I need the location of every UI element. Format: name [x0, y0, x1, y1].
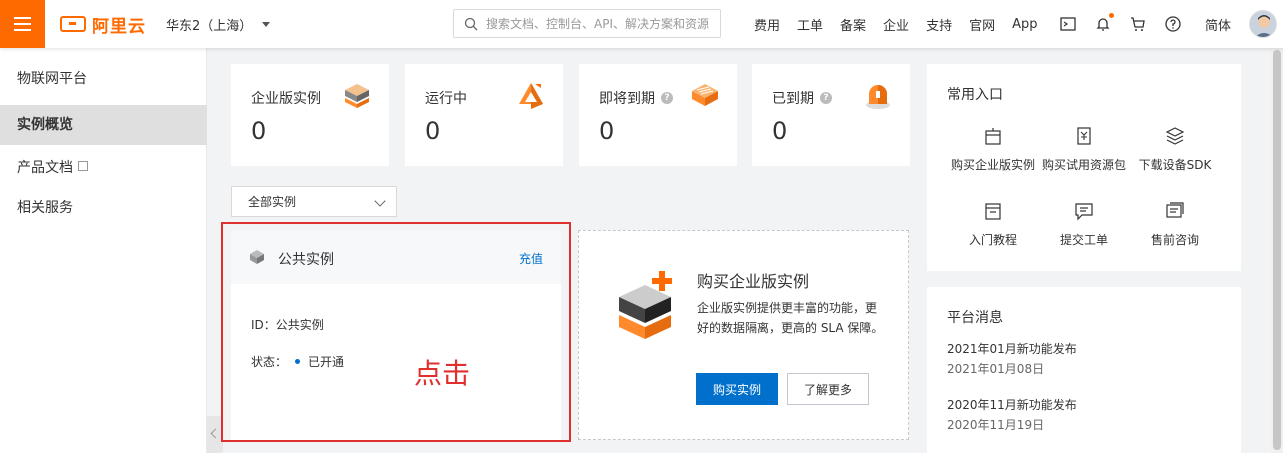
- stat-card-running: 运行中 0: [405, 64, 563, 166]
- external-link-icon: [78, 161, 88, 171]
- nav-support[interactable]: 支持: [926, 15, 952, 34]
- help-icon[interactable]: [1165, 16, 1181, 32]
- platform-news-panel: 平台消息 2021年01月新功能发布 2021年01月08日 2020年11月新…: [927, 287, 1241, 453]
- top-nav: 费用 工单 备案 企业 支持 官网 App: [754, 0, 1055, 48]
- stat-label: 已到期?: [772, 88, 832, 108]
- filter-selected-value: 全部实例: [248, 195, 297, 209]
- sidebar: 物联网平台 实例概览 产品文档 相关服务: [0, 48, 207, 453]
- quick-entry-label: 购买企业版实例: [950, 158, 1035, 172]
- stat-label: 运行中: [425, 91, 467, 107]
- scrollbar-thumb[interactable]: [1273, 50, 1281, 450]
- search-box[interactable]: [453, 9, 721, 38]
- caret-down-icon: [262, 22, 271, 27]
- quick-entry-label: 入门教程: [968, 233, 1017, 247]
- quick-entry-buy-instance[interactable]: 购买企业版实例: [943, 126, 1043, 173]
- expired-icon: [866, 85, 890, 109]
- stat-card-enterprise: 企业版实例 0: [231, 64, 389, 166]
- quick-entry-label: 下载设备SDK: [1138, 158, 1212, 172]
- sidebar-item-instance-overview[interactable]: 实例概览: [0, 105, 207, 145]
- top-icons: [1060, 0, 1200, 48]
- nav-tickets[interactable]: 工单: [797, 15, 823, 34]
- sidebar-item-related-services[interactable]: 相关服务: [0, 188, 207, 228]
- platform-news-title: 平台消息: [947, 310, 1003, 326]
- quick-entry-download-sdk[interactable]: 下载设备SDK: [1125, 126, 1225, 173]
- news-title: 2020年11月新功能发布: [947, 398, 1077, 412]
- expiring-icon: [692, 84, 718, 106]
- stat-value: 0: [599, 117, 615, 145]
- quick-entry-presales-consult[interactable]: 售前咨询: [1125, 201, 1225, 248]
- region-selector[interactable]: 华东2（上海）: [166, 15, 271, 34]
- stat-card-expiring: 即将到期? 0: [579, 64, 737, 166]
- search-input[interactable]: [486, 16, 716, 31]
- help-icon[interactable]: ?: [820, 92, 832, 104]
- aliyun-logo-mark-icon: [60, 16, 86, 32]
- stat-value: 0: [251, 117, 267, 145]
- notification-button[interactable]: [1095, 13, 1114, 32]
- chevron-down-icon: [374, 195, 386, 207]
- sidebar-title: 物联网平台: [17, 71, 87, 87]
- nav-billing[interactable]: 费用: [754, 15, 780, 34]
- stat-label: 即将到期?: [599, 88, 673, 108]
- tutorial-icon: [985, 203, 1001, 220]
- search-icon: [464, 17, 478, 30]
- annotation-click-label: 点击: [414, 357, 471, 390]
- terminal-icon[interactable]: [1060, 16, 1076, 32]
- sidebar-item-label: 相关服务: [17, 200, 73, 216]
- logo-text: 阿里云: [92, 16, 146, 37]
- download-sdk-icon: [1165, 127, 1185, 145]
- bell-icon: [1096, 18, 1110, 31]
- news-date: 2020年11月19日: [947, 418, 1045, 432]
- nav-enterprise[interactable]: 企业: [883, 15, 909, 34]
- annotation-highlight-box: [221, 222, 571, 442]
- quick-entry-submit-ticket[interactable]: 提交工单: [1034, 201, 1134, 248]
- ticket-icon: [1075, 203, 1093, 221]
- buy-card-description: 企业版实例提供更丰富的功能，更好的数据隔离，更高的 SLA 保障。: [697, 301, 884, 335]
- stat-value: 0: [772, 117, 788, 145]
- menu-icon[interactable]: [0, 0, 45, 48]
- buy-card-title: 购买企业版实例: [697, 272, 810, 291]
- quick-entry-label: 售前咨询: [1150, 233, 1199, 247]
- sidebar-item-label: 产品文档: [17, 160, 73, 176]
- buy-instance-button[interactable]: 购买实例: [696, 373, 778, 405]
- news-title: 2021年01月新功能发布: [947, 342, 1077, 356]
- user-avatar[interactable]: [1249, 10, 1277, 38]
- sidebar-item-product-docs[interactable]: 产品文档: [0, 148, 207, 188]
- news-date: 2021年01月08日: [947, 362, 1045, 376]
- nav-app[interactable]: App: [1012, 17, 1037, 32]
- running-icon: [519, 83, 543, 109]
- sidebar-item-label: 实例概览: [17, 117, 73, 133]
- nav-official-site[interactable]: 官网: [969, 15, 995, 34]
- stat-value: 0: [425, 117, 441, 145]
- quick-entry-tutorial[interactable]: 入门教程: [943, 201, 1043, 248]
- learn-more-button[interactable]: 了解更多: [787, 373, 869, 405]
- cart-icon[interactable]: [1130, 16, 1146, 32]
- quick-entry-label: 购买试用资源包: [1041, 158, 1126, 172]
- region-label: 华东2（上海）: [166, 19, 253, 34]
- stat-label: 企业版实例: [251, 91, 321, 107]
- language-switch[interactable]: 简体: [1205, 15, 1231, 34]
- news-item[interactable]: 2020年11月新功能发布 2020年11月19日: [947, 395, 1077, 435]
- notification-badge: [1109, 13, 1114, 18]
- enterprise-server-icon: [619, 271, 672, 339]
- news-item[interactable]: 2021年01月新功能发布 2021年01月08日: [947, 339, 1077, 379]
- quick-entry-buy-package[interactable]: 购买试用资源包: [1034, 126, 1134, 173]
- quick-entry-title: 常用入口: [947, 87, 1003, 103]
- buy-instance-icon: [985, 128, 1001, 145]
- top-bar: 阿里云 华东2（上海） 费用 工单 备案 企业 支持 官网 App 简体: [0, 0, 1283, 48]
- buy-enterprise-card: 购买企业版实例 企业版实例提供更丰富的功能，更好的数据隔离，更高的 SLA 保障…: [578, 230, 909, 440]
- quick-entry-label: 提交工单: [1059, 233, 1108, 247]
- instance-filter-select[interactable]: 全部实例: [231, 186, 397, 217]
- quick-entry-panel: 常用入口 购买企业版实例 购买试用资源包 下载设备SDK 入门教程 提交工单 售…: [927, 64, 1241, 271]
- consult-icon: [1166, 202, 1184, 218]
- aliyun-logo[interactable]: 阿里云: [60, 13, 146, 37]
- stat-card-expired: 已到期? 0: [752, 64, 910, 166]
- enterprise-instance-icon: [345, 84, 369, 108]
- buy-package-icon: [1077, 127, 1091, 145]
- nav-icp[interactable]: 备案: [840, 15, 866, 34]
- help-icon[interactable]: ?: [661, 92, 673, 104]
